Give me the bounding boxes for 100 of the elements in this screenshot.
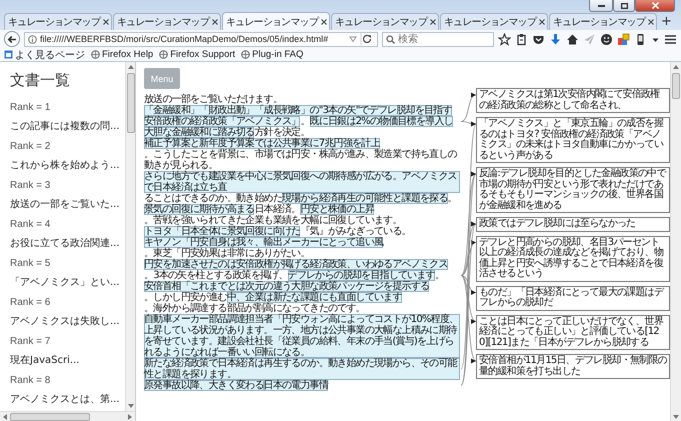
highlighted-phrase[interactable]: 補正予算案と新年度予算案では公共事業に7兆円強を計上	[144, 138, 380, 149]
rank-label: Rank = 8	[10, 375, 50, 386]
clipboard-icon[interactable]	[515, 32, 528, 46]
close-icon[interactable]	[648, 19, 654, 25]
sentence-fragment: 。	[300, 116, 310, 127]
highlighted-phrase[interactable]: キヤノン「円安自身は我々、輸出メーカーにとって追い風	[144, 237, 384, 248]
rank-label: Rank = 6	[10, 297, 50, 308]
horizontal-scrollbar[interactable]	[0, 411, 135, 421]
highlighted-phrase[interactable]: 円安を加速させたのは安倍政権が掲げる経済政策、いわゆるアベノミクス	[144, 259, 448, 270]
highlighted-phrase[interactable]: 安倍政権の経済政策「アベノミクス」	[144, 116, 300, 127]
search-bar[interactable]: 検索	[382, 32, 494, 46]
sentence-fragment: 。海外から調達する部品が割高になってきたのです。	[144, 303, 365, 314]
browser-tab[interactable]: キュレーションマップ	[331, 13, 439, 30]
highlighted-phrase[interactable]: 「金融緩和」「財政出動」「成長戦略」の"3本の矢"でデフレ脱却を目指す	[144, 105, 452, 116]
bookmark-link[interactable]: よく見るページ	[15, 48, 85, 62]
browser-tab[interactable]: キュレーションマップ	[222, 12, 330, 30]
browser-tab[interactable]: キュレーションマップ	[113, 13, 221, 30]
highlighted-phrase[interactable]: 円安と株価の上昇	[300, 204, 374, 215]
sentence-fragment: 『気』がみなぎっている。	[300, 226, 411, 237]
sentence-fragment: 方針を決定。	[254, 127, 310, 138]
rank-label: Rank = 2	[10, 141, 50, 152]
sidebar-title: 文書一覧	[10, 71, 71, 89]
note-box[interactable]: デフレと円高からの脱却、名目3パーセント以上の経済成長の達成などを掲げており、物価上昇と円安へ誘導することで日本経済を復活させるという	[476, 236, 670, 282]
browser-tab[interactable]: キュレーションマップ	[440, 13, 548, 30]
search-field[interactable]: 検索	[398, 33, 490, 45]
highlighted-phrase[interactable]: 中、企業は新たな課題にも直面しています	[226, 292, 402, 303]
globe-icon	[241, 50, 250, 59]
document-link[interactable]: この記事には複数の問...	[10, 121, 120, 134]
rank-label: Rank = 4	[10, 219, 50, 230]
maximize-icon	[620, 2, 628, 8]
info-icon[interactable]	[28, 34, 37, 44]
document-link[interactable]: アベノミクスとは、第...	[10, 394, 120, 406]
bookmark-link[interactable]: Firefox Support	[170, 49, 236, 60]
address-bar[interactable]: file://///WEBERFBSD/mori/src/CurationMapDemo/Demos/05/index.html#	[24, 32, 378, 46]
dropdown-icon[interactable]	[349, 35, 357, 43]
maximize-button[interactable]	[613, 0, 635, 12]
minimize-button[interactable]	[589, 0, 613, 12]
rank-label: Rank = 1	[10, 102, 50, 114]
close-icon	[652, 2, 658, 9]
document-link[interactable]: これから株を始めよう...	[10, 160, 120, 172]
highlighted-phrase[interactable]: 原発事故以降、大きく変わる	[144, 380, 264, 391]
note-box[interactable]: 安倍首相が11月15日、デフレ脱却・無制限の量的緩和策を打ち出した	[476, 354, 670, 379]
reload-icon[interactable]	[360, 33, 374, 45]
vertical-scrollbar[interactable]	[125, 62, 135, 411]
back-button[interactable]	[4, 31, 20, 47]
sentence-fragment: ることはできるのか。動き始めた	[144, 193, 282, 204]
minimize-icon	[598, 4, 604, 6]
download-icon[interactable]	[549, 32, 562, 46]
new-tab-button[interactable]: +	[658, 13, 675, 30]
close-icon[interactable]	[103, 19, 109, 25]
note-box[interactable]: 政策ではデフレ脱却には至らなかった	[476, 217, 670, 232]
document-link[interactable]: お役に立てる政治関連...	[10, 238, 120, 250]
rank-label: Rank = 7	[10, 336, 50, 348]
globe-icon	[91, 50, 100, 59]
highlighted-phrase[interactable]: 自動車メーカー部品調達担当者「円安ウォン高によってコストが10%程度、上昇している状況があります。一方、地方は公共事業の大幅な上積みに期待を寄せています。建設会社社長「従業員の給料、年末の手当(賞与)を上げられるようになれば一番いい回転になる。	[144, 314, 460, 358]
sentence-fragment: 。東芝「円安効果は非常にありがたい。	[144, 248, 310, 259]
bookmark-link[interactable]: Plug-in FAQ	[252, 49, 304, 60]
note-box[interactable]: 反論:デフレ脱却を目的とした金融政策の中で市場の期待が円安という形で表れただけであるそもそもリーマンショックの後、世界各国が金融緩和を進める	[476, 167, 670, 213]
highlighted-phrase[interactable]: 現場から経済再生の可能性と課題を探る	[282, 193, 448, 204]
close-icon[interactable]	[539, 19, 545, 25]
bookmark-link[interactable]: Firefox Help	[102, 49, 154, 60]
search-icon	[386, 34, 395, 44]
document-link[interactable]: アベノミクスは失敗し...	[10, 316, 120, 328]
globe-icon	[159, 50, 168, 59]
document-link[interactable]: 現在JavaScri...	[10, 355, 80, 368]
highlighted-phrase[interactable]: さらに地方でも建設業を中心に景気回復への期待感が広がる。アベノミクスで日本経済は立ち直	[144, 171, 460, 193]
home-icon[interactable]	[566, 32, 579, 46]
address-field[interactable]: file://///WEBERFBSD/mori/src/CurationMapDemo/Demos/05/index.html#	[40, 33, 346, 45]
menu-icon[interactable]	[664, 32, 677, 46]
highlighted-phrase[interactable]: 大胆な金融緩和に踏み切る	[144, 127, 254, 138]
highlighted-phrase[interactable]: 安倍首相「これまでとは次元の違う大胆な政策パッケージを提示する	[144, 281, 430, 292]
smiley-icon[interactable]	[600, 32, 613, 46]
vertical-scrollbar[interactable]	[670, 62, 681, 421]
browser-tab[interactable]: キュレーションマップ	[4, 13, 112, 30]
highlighted-phrase[interactable]: 日本の電力事情	[264, 380, 328, 391]
sentence-fragment: 。	[448, 193, 457, 204]
highlighted-phrase[interactable]: トヨタ「日本全体に景気回復に向けた	[144, 226, 300, 237]
document-link[interactable]: 「アベノミクス」とい...	[10, 277, 120, 290]
close-icon[interactable]	[321, 18, 327, 24]
sentence-fragment: 放送の一部をご覧いただけます。	[144, 94, 282, 105]
highlighted-phrase[interactable]: 景気の回復に期待が高まる	[144, 204, 254, 215]
document-link[interactable]: 放送の一部をご覧いた...	[10, 199, 120, 212]
note-box[interactable]: アベノミクスは第1次安倍内閣にて安倍政権の経済政策の総称として命名され、	[476, 88, 670, 113]
puzzle-icon[interactable]	[617, 32, 630, 46]
highlighted-phrase[interactable]: 既に日銀は2%の物価目標を導入し	[310, 116, 453, 127]
back-icon	[7, 34, 17, 44]
note-box[interactable]: 「アベノミクス」と「東京五輪」の成否を握るのはトヨタ? 安倍政権の経済政策「アベノミクス」の未来はトヨタ自動車にかかっているという声がある	[476, 117, 670, 163]
note-box[interactable]: ものだ」「日本経済にとって最大の課題はデフレからの脱却だ	[476, 286, 670, 310]
sentence-fragment: 。苦戦を強いられてきた企業も業績を大幅に回復しています。	[144, 215, 402, 226]
note-box[interactable]: ことは日本にとって正しいだけでなく、世界経済にとっても正しい」と評価している[120][121]また「日本がデフレから脱却する	[476, 314, 670, 350]
star-icon[interactable]	[498, 32, 511, 46]
sentence-fragment: 日本経済。	[254, 204, 300, 215]
close-button[interactable]	[635, 0, 675, 12]
highlighted-phrase[interactable]: デフレからの脱却を目指しています	[288, 270, 435, 281]
sentence-fragment: 。	[434, 270, 444, 281]
sentence-fragment: 。3本の矢を柱とする政策を掲げ、	[144, 270, 288, 281]
close-icon[interactable]	[212, 19, 218, 25]
highlighted-phrase[interactable]: 新たな経済政策で日本経済は再生するのか。動き始めた現場から、その可能性と課題を探ります。	[144, 358, 460, 380]
close-icon[interactable]	[430, 19, 436, 25]
browser-tab[interactable]: キュレーションマップ	[549, 13, 657, 30]
